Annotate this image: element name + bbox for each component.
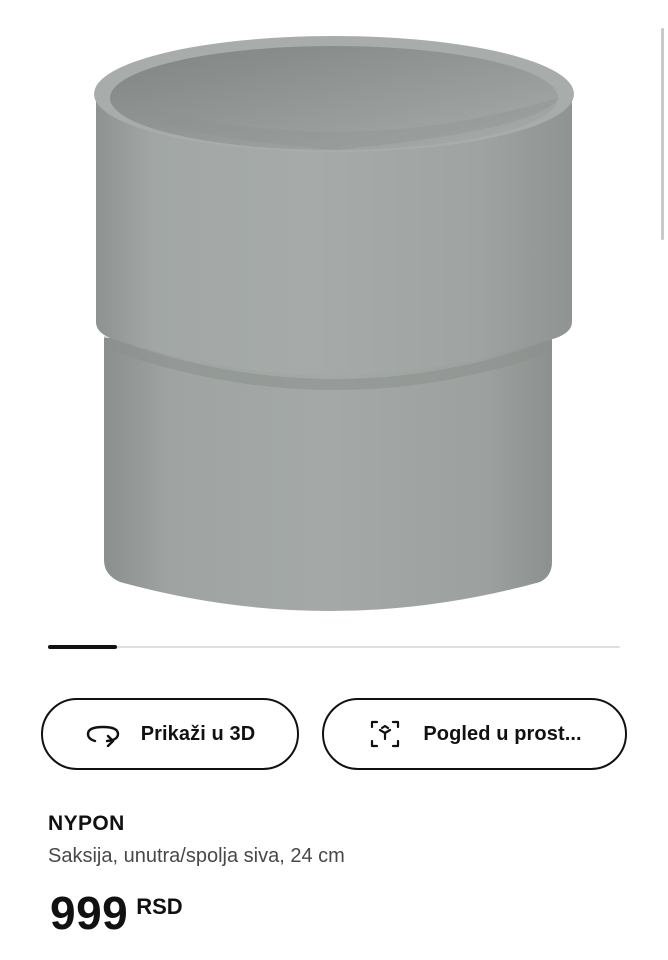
plant-pot-illustration (94, 36, 574, 611)
product-description: Saksija, unutra/spolja siva, 24 cm (48, 845, 345, 867)
view-in-3d-label: Prikaži u 3D (140, 722, 256, 745)
price-currency: RSD (136, 894, 183, 919)
view-in-room-label: Pogled u prost... (423, 722, 582, 745)
carousel-progress-indicator[interactable] (48, 645, 117, 649)
product-name[interactable]: NYPON (48, 812, 125, 836)
rotate-3d-icon (85, 716, 121, 752)
carousel-scrollbar[interactable] (48, 645, 620, 649)
augmented-reality-icon (367, 716, 403, 752)
view-in-room-button[interactable]: Pogled u prost... (322, 698, 627, 770)
view-in-3d-button[interactable]: Prikaži u 3D (41, 698, 299, 770)
product-image[interactable] (0, 0, 668, 640)
price-integer: 999 (50, 887, 129, 939)
product-price: 999 RSD (50, 885, 183, 941)
